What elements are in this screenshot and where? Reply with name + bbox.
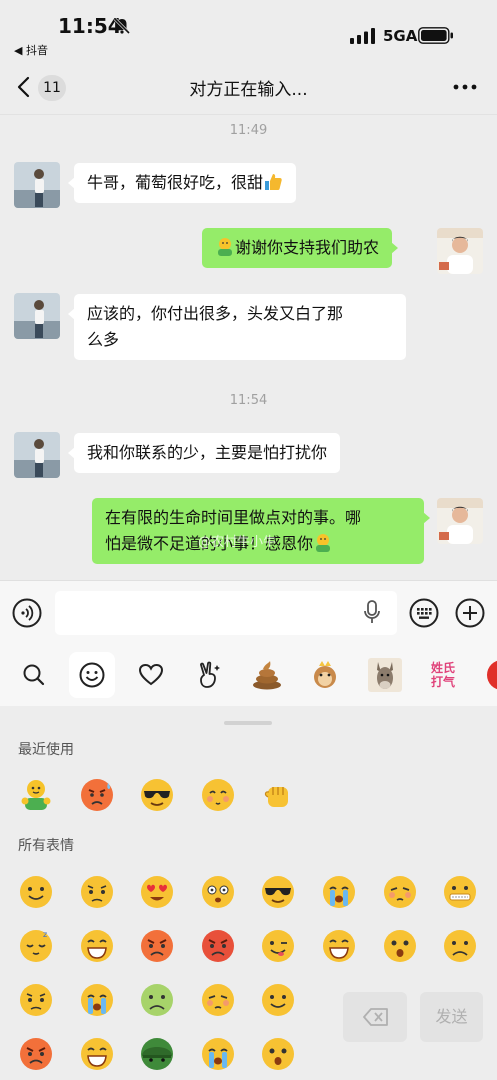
watermark: @农村牛小牛 (198, 535, 277, 550)
delete-button[interactable] (343, 992, 407, 1042)
status-bar: 11:54 ◀ 抖音 5GA (0, 0, 497, 62)
sobbing-emoji-icon[interactable] (200, 1036, 236, 1072)
sleepy-emoji-icon[interactable]: z (18, 928, 54, 964)
fist-emoji-icon[interactable] (260, 777, 296, 813)
tab-favorites[interactable] (128, 652, 174, 698)
angry-sweat-emoji-icon[interactable] (79, 777, 115, 813)
sad-emoji-icon[interactable] (442, 928, 478, 964)
contact-avatar[interactable] (14, 293, 60, 339)
tab-sticker-red[interactable] (487, 660, 497, 690)
smiley-icon (79, 662, 105, 688)
recent-section-title: 最近使用 (18, 742, 74, 758)
timestamp: 11:54 (229, 393, 268, 408)
message-text-line: 么多 (87, 330, 120, 349)
message-bubble[interactable]: 应该的，你付出很多，头发又白了那 么多 (68, 294, 406, 360)
helmet-emoji-icon[interactable] (139, 1036, 175, 1072)
all-section-title: 所有表情 (18, 838, 74, 854)
donkey-sticker-icon (368, 658, 402, 692)
wink-emoji-icon[interactable] (260, 928, 296, 964)
grinning-emoji-icon[interactable] (79, 1036, 115, 1072)
contact-avatar[interactable] (14, 162, 60, 208)
zipped-mouth-emoji-icon[interactable] (442, 874, 478, 910)
sticker-text-line: 姓氏 (430, 661, 455, 675)
hug-emoji-icon (218, 238, 232, 256)
cool-emoji-icon[interactable] (260, 874, 296, 910)
microphone-icon[interactable] (362, 600, 382, 626)
tab-gestures[interactable] (186, 652, 232, 698)
question-emoji-icon[interactable] (260, 1036, 296, 1072)
emoji-panel: 最近使用 所有表情 发送 z (0, 706, 497, 1080)
plus-icon[interactable] (455, 598, 485, 628)
message-text: 谢谢你支持我们助农 (235, 238, 380, 257)
back-to-app-link[interactable]: ◀ 抖音 (14, 42, 48, 58)
heart-eyes-emoji-icon[interactable] (139, 874, 175, 910)
tab-search[interactable] (11, 652, 57, 698)
rage-emoji-icon[interactable] (200, 928, 236, 964)
timestamp: 11:49 (229, 123, 268, 138)
smile-emoji-icon[interactable] (18, 874, 54, 910)
poop-sticker-icon (253, 661, 281, 690)
thumbs-up-icon (265, 174, 282, 190)
embarrassed-emoji-icon[interactable] (382, 874, 418, 910)
chat-title: 对方正在输入... (189, 80, 308, 100)
svg-text:z: z (43, 930, 47, 939)
backspace-icon (363, 1008, 388, 1026)
crying-emoji-icon[interactable] (321, 874, 357, 910)
my-avatar[interactable] (437, 228, 483, 274)
message-bubble[interactable]: 牛哥，葡萄很好吃，很甜 (67, 163, 297, 203)
unread-count-badge[interactable]: 11 (38, 75, 66, 101)
message-text-line: 在有限的生命时间里做点对的事。哪 (105, 508, 362, 527)
battery-icon (418, 27, 453, 44)
message-bubble[interactable]: 我和你联系的少，主要是怕打扰你 (67, 433, 341, 473)
tab-sticker-text[interactable]: 姓氏 打气 (420, 652, 466, 698)
panel-handle[interactable] (224, 721, 272, 725)
my-avatar[interactable] (437, 498, 483, 544)
emoji-tab-bar: 姓氏 打气 (0, 644, 497, 706)
hug-emoji-icon (316, 534, 331, 552)
tab-sticker-poop[interactable] (244, 652, 290, 698)
voice-toggle-icon[interactable] (12, 598, 42, 628)
sunglasses-emoji-icon[interactable] (139, 777, 175, 813)
blush-emoji-icon[interactable] (260, 982, 296, 1018)
sticker-text-line: 打气 (430, 675, 455, 689)
mute-bell-icon (113, 17, 131, 35)
sick-emoji-icon[interactable] (139, 982, 175, 1018)
chat-header: 对方正在输入... 11 (0, 62, 497, 115)
message-bubble[interactable]: 谢谢你支持我们助农 (202, 228, 399, 268)
message-text: 牛哥，葡萄很好吃，很甜 (87, 173, 264, 192)
scream-emoji-icon[interactable] (79, 982, 115, 1018)
tab-sticker-donkey[interactable] (362, 652, 408, 698)
victory-hand-icon (200, 661, 220, 688)
send-button[interactable]: 发送 (420, 992, 483, 1042)
shy-emoji-icon[interactable] (200, 777, 236, 813)
big-grin-emoji-icon[interactable] (321, 928, 357, 964)
character-sticker-icon (314, 661, 336, 688)
more-options-icon[interactable] (450, 76, 480, 98)
back-arrow-icon[interactable] (12, 74, 38, 100)
search-icon (23, 664, 45, 686)
signal-icon (350, 28, 375, 44)
message-text-line: 应该的，你付出很多，头发又白了那 (87, 304, 344, 323)
message-input[interactable] (55, 591, 397, 635)
network-type: 5GA (383, 27, 418, 45)
message-text: 我和你联系的少，主要是怕打扰你 (87, 443, 328, 462)
contact-avatar[interactable] (14, 432, 60, 478)
facepalm-emoji-icon[interactable] (200, 982, 236, 1018)
surprised-emoji-icon[interactable] (382, 928, 418, 964)
tab-emoji[interactable] (69, 652, 115, 698)
sweat-angry-emoji-icon[interactable] (139, 928, 175, 964)
tab-sticker-character[interactable] (302, 652, 348, 698)
hug-emoji-icon[interactable] (18, 777, 54, 813)
furious-emoji-icon[interactable] (18, 1036, 54, 1072)
worried-emoji-icon[interactable] (79, 874, 115, 910)
keyboard-icon[interactable] (409, 598, 439, 628)
input-bar (0, 580, 497, 645)
laughing-tears-emoji-icon[interactable] (79, 928, 115, 964)
heart-icon (138, 663, 164, 686)
dizzy-emoji-icon[interactable] (200, 874, 236, 910)
confused-emoji-icon[interactable] (18, 982, 54, 1018)
